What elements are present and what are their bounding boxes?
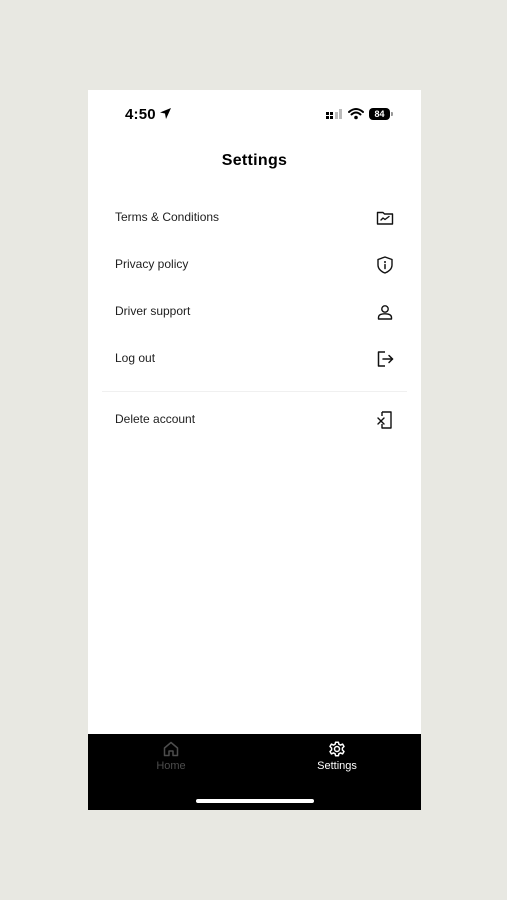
status-bar: 4:50 84 [88,90,421,138]
phone-screen: 4:50 84 Settings Terms & Conditions Priv… [88,90,421,810]
menu-item-label: Terms & Conditions [115,210,220,224]
cellular-signal-icon [326,109,342,119]
menu-item-label: Delete account [115,412,196,426]
menu-item-delete-account[interactable]: Delete account [115,401,395,441]
battery-indicator: 84 [369,108,390,120]
tab-home[interactable]: Home [111,740,231,780]
wifi-icon [348,108,364,120]
home-indicator [196,799,314,803]
document-check-icon [376,211,394,225]
menu-item-log-out[interactable]: Log out [115,340,395,380]
page-title: Settings [221,152,288,169]
shield-info-icon [377,256,393,274]
home-icon [163,741,179,757]
menu-divider [102,391,407,392]
location-arrow-icon [160,108,171,119]
tab-label: Home [156,760,186,772]
battery-nub [391,112,393,116]
gear-icon [329,741,345,757]
tab-settings[interactable]: Settings [277,740,397,780]
menu-item-privacy[interactable]: Privacy policy [115,246,395,286]
tab-bar: Home Settings [88,734,421,810]
menu-item-label: Privacy policy [115,257,189,271]
delete-device-icon [377,411,392,429]
menu-item-terms[interactable]: Terms & Conditions [115,199,395,239]
tab-label: Settings [317,760,357,772]
menu-item-label: Log out [115,351,156,365]
person-icon [377,305,393,320]
menu-item-label: Driver support [115,304,191,318]
menu-item-driver-support[interactable]: Driver support [115,293,395,333]
logout-icon [377,351,394,367]
status-time: 4:50 [125,106,156,123]
